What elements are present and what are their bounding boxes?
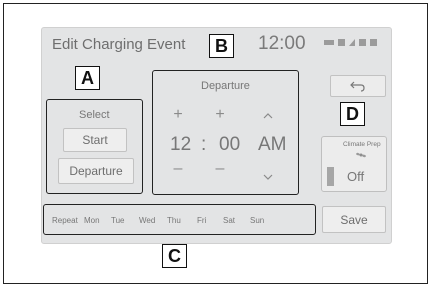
hour-down-button[interactable]: – [168,160,188,178]
select-label: Select [79,109,110,121]
ampm-down-button[interactable] [258,168,278,186]
callout-c: C [162,244,187,268]
minute-up-button[interactable]: + [210,106,230,124]
screen-title: Edit Charging Event [52,36,186,53]
network-icon [349,39,355,46]
clock: 12:00 [258,33,306,54]
departure-button[interactable]: Departure [58,158,134,184]
signal-icon [324,40,334,45]
hour-up-button[interactable]: + [168,106,188,124]
ampm-value: AM [258,134,287,155]
day-mon[interactable]: Mon [84,216,100,225]
day-thu[interactable]: Thu [167,216,181,225]
day-sun[interactable]: Sun [250,216,264,225]
back-button[interactable] [330,75,386,97]
callout-a: A [75,66,100,90]
day-sat[interactable]: Sat [223,216,235,225]
climate-prep-label: Climate Prep [343,141,381,148]
climate-state: Off [347,169,365,184]
back-arrow-icon [350,81,365,92]
day-tue[interactable]: Tue [111,216,125,225]
day-fri[interactable]: Fri [197,216,206,225]
gps-icon [370,39,377,46]
status-bar [324,39,377,46]
ampm-up-button[interactable] [258,107,278,125]
repeat-label: Repeat [52,216,78,225]
battery-icon [338,39,345,46]
time-separator: : [201,134,207,155]
chevron-down-icon [263,174,273,180]
day-wed[interactable]: Wed [139,216,155,225]
chevron-up-icon [263,113,273,119]
minute-value: 00 [219,134,241,155]
hour-value: 12 [170,134,192,155]
save-button[interactable]: Save [322,206,386,233]
start-button[interactable]: Start [63,128,127,152]
callout-d: D [340,102,365,126]
callout-b: B [209,34,234,58]
minute-down-button[interactable]: – [210,160,230,178]
departure-label: Departure [201,80,250,92]
climate-indicator [327,167,334,186]
fan-icon [356,152,366,158]
wifi-icon [359,39,366,46]
